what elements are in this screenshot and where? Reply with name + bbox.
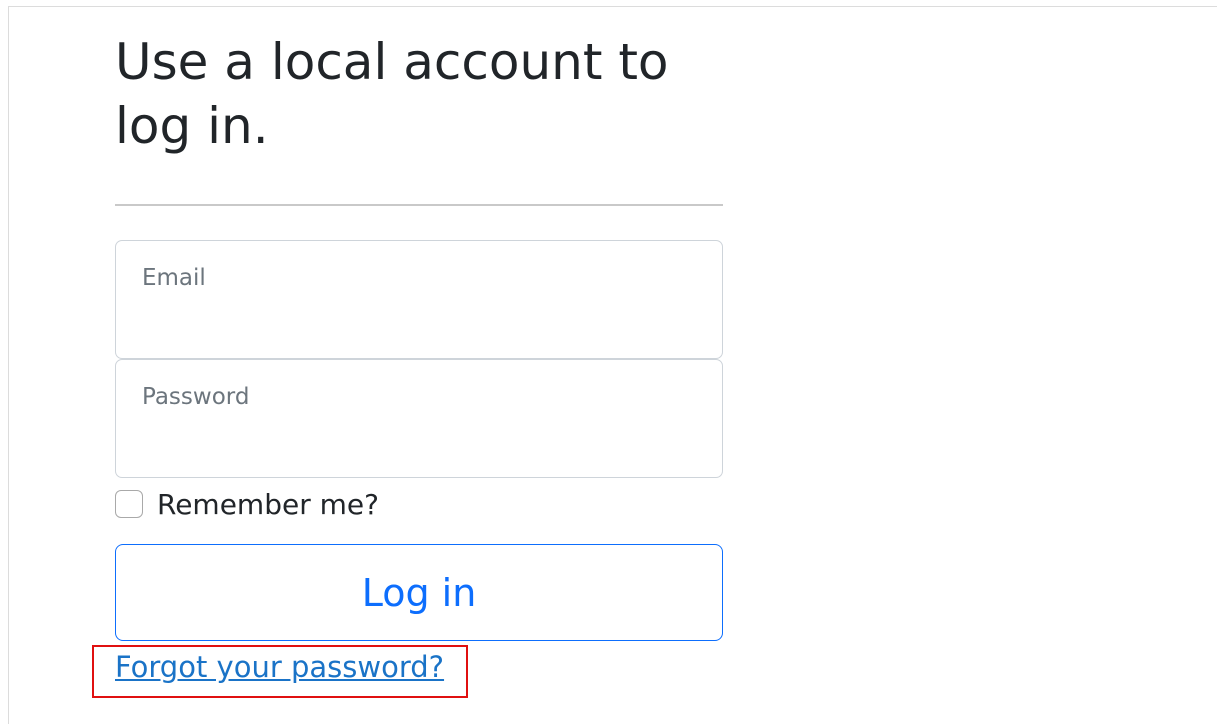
remember-me-row[interactable]: Remember me? [115, 486, 379, 522]
password-label: Password [142, 384, 250, 410]
password-field[interactable]: Password [115, 359, 723, 478]
login-section: Use a local account to log in. Email Pas… [115, 30, 723, 641]
forgot-password-link[interactable]: Forgot your password? [115, 650, 444, 684]
email-field[interactable]: Email [115, 240, 723, 359]
remember-me-checkbox[interactable] [115, 490, 143, 518]
email-label: Email [142, 265, 206, 291]
divider [115, 204, 723, 206]
remember-me-label[interactable]: Remember me? [157, 488, 379, 521]
login-button[interactable]: Log in [115, 544, 723, 641]
page-title: Use a local account to log in. [115, 33, 669, 155]
